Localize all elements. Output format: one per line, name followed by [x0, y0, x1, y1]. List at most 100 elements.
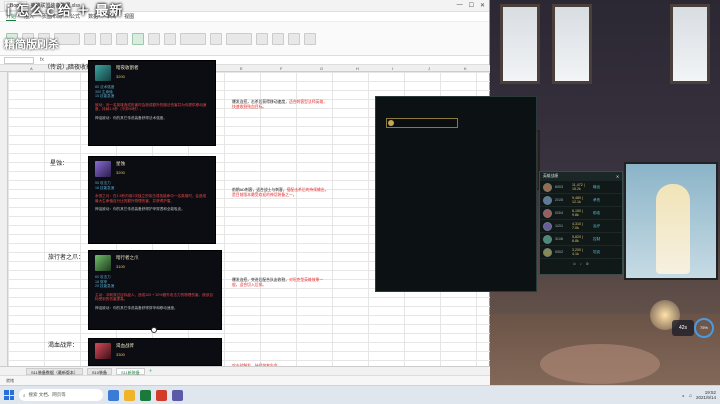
scoreboard-header: 英雄战绩 ✕ — [540, 172, 622, 181]
clock-date: 2021/9/14 — [695, 395, 716, 400]
clock[interactable]: 19:52 2021/9/14 — [696, 390, 716, 400]
item-mythic: 神话被动：你的其它传说装备获得护甲穿透和全能吸血。 — [95, 207, 185, 212]
player-avatar — [543, 234, 552, 244]
wallpaper-tv — [624, 162, 718, 280]
column-header[interactable]: J — [428, 66, 430, 71]
player-row[interactable]: 1/2/1 4,310 | 7.0k 治疗 — [540, 220, 622, 233]
item-price: 3300 — [116, 351, 125, 357]
find-button[interactable] — [304, 32, 316, 45]
bold-button[interactable] — [84, 32, 96, 45]
player-kda: 6/0/3 — [555, 185, 563, 189]
menu-item[interactable]: 视图 — [124, 13, 134, 20]
column-header[interactable]: A — [30, 66, 33, 71]
close-icon[interactable]: ✕ — [480, 2, 485, 9]
italic-button[interactable] — [100, 32, 112, 45]
search-placeholder: 搜索 文档、网页等 — [28, 392, 66, 397]
player-avatar — [543, 182, 552, 192]
sheet-tab[interactable]: S11新装备 — [115, 367, 145, 375]
number-format-select[interactable] — [226, 32, 252, 45]
player-gold: 3,200 | 4.1k — [572, 248, 583, 256]
column-header[interactable]: I — [392, 66, 393, 71]
sheet-tabs: S11装备数据（最新版本） S10装备 S11新装备 ＋ — [0, 366, 490, 375]
player-tag: 承伤 — [593, 197, 601, 202]
anime-character — [656, 184, 690, 274]
scoreboard-panel: 英雄战绩 ✕ 6/0/3 11,472 | 15.2k 输出 2/1/5 9,4… — [539, 171, 623, 275]
item-icon — [95, 343, 111, 359]
taskview-icon[interactable] — [108, 389, 119, 401]
player-row[interactable]: 0/3/4 6,150 | 9.8k 助攻 — [540, 207, 622, 220]
wallpaper-window — [500, 4, 540, 84]
player-row[interactable]: 3/1/6 5,820 | 8.8k 控制 — [540, 233, 622, 246]
champion-icon — [388, 120, 394, 126]
wrap-text-button[interactable] — [210, 32, 222, 45]
sheet-tab[interactable]: S11装备数据（最新版本） — [26, 367, 83, 375]
align-left-button[interactable] — [148, 32, 160, 45]
row-label: 渴血战斧： — [48, 343, 79, 349]
fill-color-button[interactable] — [132, 32, 144, 45]
taskbar-search[interactable]: ⌕ 搜索 文档、网页等 — [19, 389, 103, 401]
volume-icon[interactable]: ♫ — [689, 393, 692, 398]
item-card: 渴血战斧 3300 — [88, 338, 222, 366]
column-header[interactable]: H — [356, 66, 359, 71]
item-card: 暗行者之爪 3100 60 攻击力 18 穿甲 20 技能急速 主动：冲刺穿过目… — [88, 250, 222, 330]
browser-icon[interactable] — [156, 389, 167, 401]
player-row[interactable]: 2/1/5 9,480 | 12.1k 承伤 — [540, 194, 622, 207]
network-icon[interactable]: ◒ — [682, 393, 685, 398]
sort-button[interactable] — [288, 32, 300, 45]
item-notes: 前期AD刺客，适合战士与刺客，搭配击杀后的持续输出，是目前版本最受欢迎的神话装备… — [232, 188, 330, 198]
name-box[interactable] — [4, 56, 34, 64]
column-header[interactable]: F — [280, 66, 282, 71]
game-tooltip — [386, 118, 458, 128]
player-gold: 6,150 | 9.8k — [572, 209, 583, 217]
item-passive: 被动：对一名英雄造成伤害时会造成额外的魔法伤害并为你提供移动速度，持续1.5秒（… — [95, 102, 207, 112]
progress-ring: 75% — [694, 318, 714, 338]
player-tag: 输出 — [593, 184, 601, 189]
maximize-icon[interactable]: ☐ — [469, 2, 474, 9]
windows-start-icon[interactable] — [4, 390, 14, 400]
player-row[interactable]: 6/0/3 11,472 | 15.2k 输出 — [540, 181, 622, 194]
scoreboard-controls: ⊙ ♪ ⚙ — [540, 259, 622, 268]
conditional-format-button[interactable] — [256, 32, 268, 45]
spreadsheet-app-icon[interactable] — [140, 389, 151, 401]
minimize-icon[interactable]: — — [457, 2, 463, 9]
sum-button[interactable] — [272, 32, 284, 45]
scoreboard-title: 英雄战绩 — [543, 174, 559, 178]
player-avatar — [543, 247, 552, 257]
underline-button[interactable] — [116, 32, 128, 45]
note-text: 前期AD刺客，适合战士与刺客， — [232, 188, 287, 192]
game-client-icon[interactable] — [172, 389, 183, 401]
player-avatar — [543, 195, 552, 205]
status-text: 就绪 — [6, 377, 14, 383]
ribbon-toolbar — [0, 22, 489, 56]
column-header[interactable]: E — [240, 66, 243, 71]
item-price: 3200 — [116, 73, 125, 79]
align-center-button[interactable] — [164, 32, 176, 45]
player-row[interactable]: 0/0/2 3,200 | 4.1k 坦克 — [540, 246, 622, 259]
item-name: 渴血战斧 — [116, 343, 134, 348]
column-header[interactable]: K — [464, 66, 467, 71]
player-tag: 治疗 — [593, 223, 601, 228]
add-sheet-icon[interactable]: ＋ — [149, 368, 153, 374]
item-price: 3100 — [116, 263, 125, 269]
item-active: 主动：冲刺穿过目标敌人，造成100 + 30%额外攻击力的物理伤害，使该目标受到… — [95, 292, 213, 302]
item-stat: 20 技能急速 — [95, 284, 115, 289]
sheet-tab[interactable]: S10装备 — [86, 367, 112, 375]
settings-icon[interactable]: ⚙ — [586, 262, 589, 266]
player-kda: 2/1/5 — [555, 198, 563, 202]
item-icon — [95, 161, 111, 177]
player-gold: 5,820 | 8.8k — [572, 235, 583, 243]
pin-icon[interactable]: ⊙ — [573, 262, 576, 266]
video-title-overlay: ｉ怎么ｃ给 ＋ 最新 — [2, 3, 124, 18]
close-icon[interactable]: ✕ — [616, 174, 619, 179]
merge-center-button[interactable] — [180, 32, 206, 45]
player-kda: 1/2/1 — [555, 224, 563, 228]
microphone-icon[interactable]: ♪ — [580, 262, 582, 266]
file-explorer-icon[interactable] — [124, 389, 135, 401]
player-gold: 11,472 | 15.2k — [572, 183, 585, 191]
player-kda: 3/1/6 — [555, 237, 563, 241]
wallpaper-window — [670, 4, 710, 84]
player-gold: 4,310 | 7.0k — [572, 222, 583, 230]
player-kda: 0/0/2 — [555, 250, 563, 254]
column-header[interactable]: G — [320, 66, 323, 71]
status-bar: 就绪 — [0, 375, 490, 385]
